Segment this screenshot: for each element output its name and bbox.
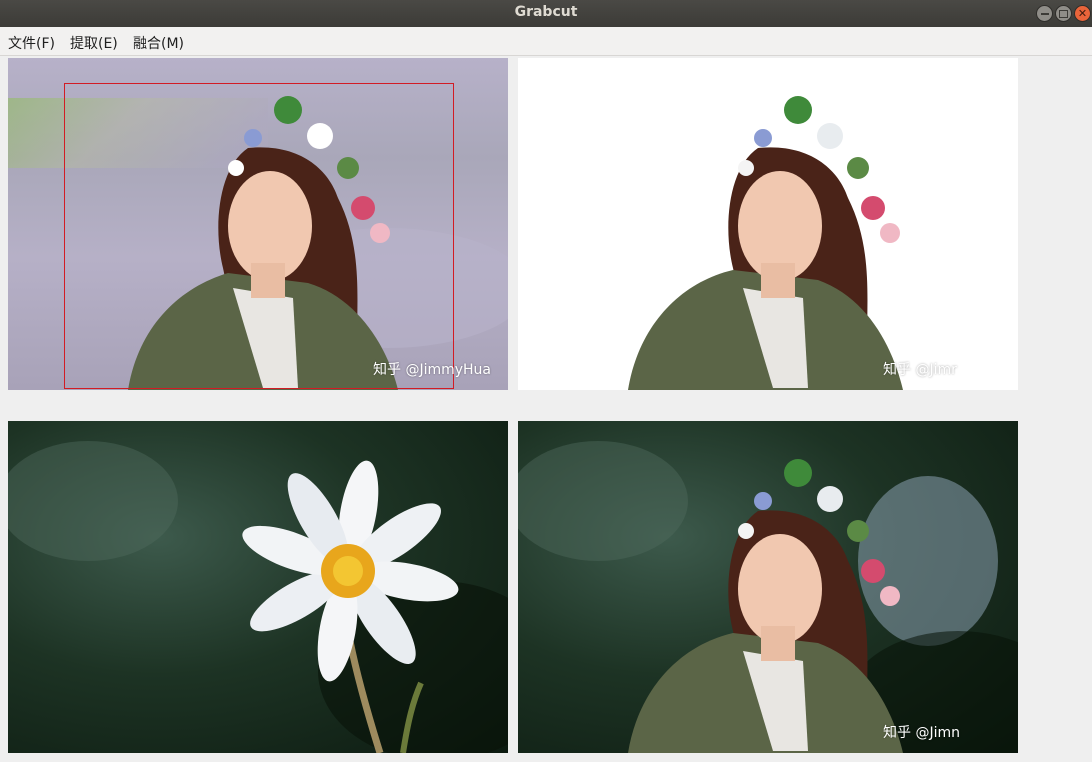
close-icon: ✕ [1077,7,1088,20]
menu-fuse[interactable]: 融合(M) [133,33,184,53]
fused-photo [518,441,1018,753]
watermark-text: 知乎 @Jimn [883,725,960,741]
menu-file[interactable]: 文件(F) [8,33,55,53]
background-image[interactable] [8,421,508,753]
maximize-button[interactable] [1055,5,1072,22]
menu-bar: 文件(F) 提取(E) 融合(M) [0,27,1092,56]
extracted-photo [628,96,903,390]
watermark-text: 知乎 @Jimr [883,362,957,378]
extracted-image[interactable]: 知乎 @Jimr [518,58,1018,390]
maximize-icon [1059,9,1068,18]
close-button[interactable]: ✕ [1074,5,1091,22]
flower-photo [8,441,508,753]
fused-image[interactable]: 知乎 @Jimn [518,421,1018,753]
menu-extract[interactable]: 提取(E) [70,33,118,53]
window-title: Grabcut [514,4,578,20]
selection-rectangle[interactable] [64,83,454,389]
original-image[interactable]: 知乎 @JimmyHua [8,58,508,390]
watermark-text: 知乎 @JimmyHua [373,362,492,378]
minimize-icon [1040,12,1049,15]
minimize-button[interactable] [1036,5,1053,22]
title-bar: Grabcut ✕ [0,0,1092,27]
